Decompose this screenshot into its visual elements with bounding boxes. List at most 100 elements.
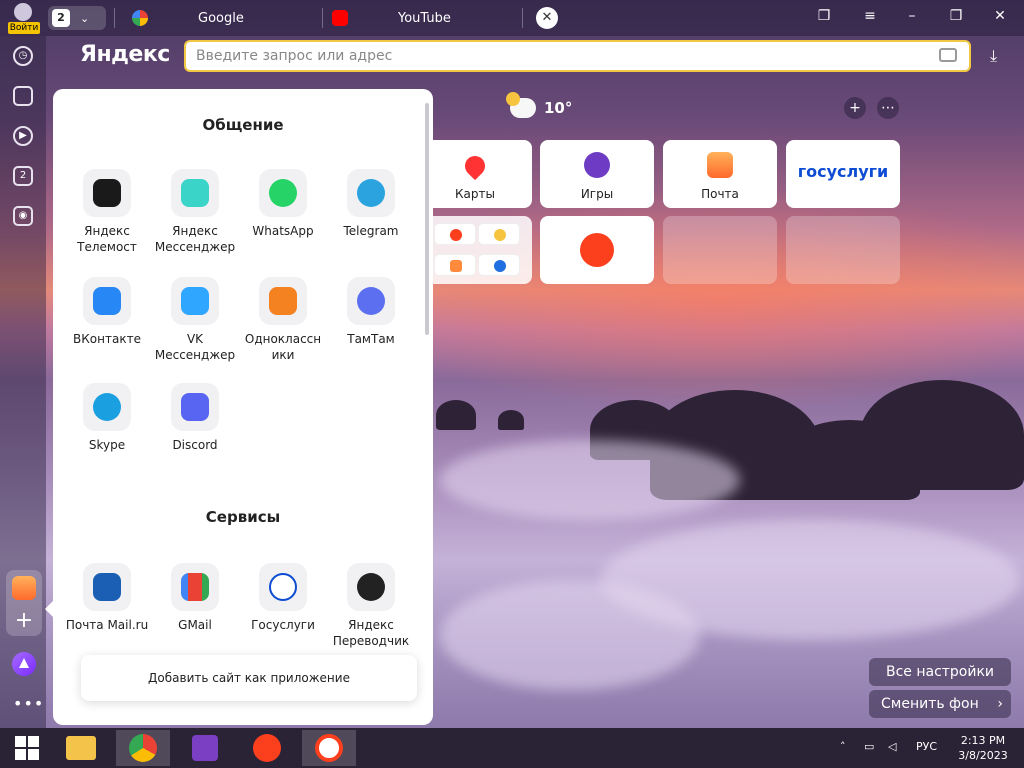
app-label: Telegram (343, 224, 399, 238)
restore-icon[interactable]: ❐ (946, 8, 966, 24)
tab-google[interactable]: Google (132, 6, 244, 30)
download-icon[interactable]: ⤓ (990, 46, 997, 66)
app-gmail[interactable]: GMail (151, 563, 239, 633)
app-skype[interactable]: Skype (63, 383, 151, 453)
tile-label: Игры (580, 187, 614, 201)
tab-count: 2 (52, 9, 70, 27)
mail-envelope-icon (450, 260, 462, 272)
yandex-icon (253, 734, 281, 762)
network-icon[interactable]: ▭ (864, 740, 874, 753)
tile-label: Почта (701, 187, 739, 201)
app-label: ВКонтакте (73, 332, 141, 346)
app-whatsapp[interactable]: WhatsApp (239, 169, 327, 239)
all-settings-button[interactable]: Все настройки (869, 658, 1011, 686)
add-site-as-app-button[interactable]: Добавить сайт как приложение (81, 655, 417, 701)
mail-envelope-icon[interactable] (12, 576, 36, 600)
change-background-button[interactable]: Сменить фон › (869, 690, 1011, 718)
add-app-icon[interactable]: + (6, 608, 42, 633)
tab-count-button[interactable]: 2 ⌄ (48, 6, 106, 30)
taskbar-visual-studio[interactable] (178, 730, 232, 766)
app-vk-messenger[interactable]: VK Мессенджер (151, 277, 239, 363)
address-bar[interactable]: Введите запрос или адрес (184, 40, 971, 72)
tab-title: YouTube (398, 10, 451, 26)
taskbar-explorer[interactable] (54, 730, 108, 766)
vk-messenger-icon (181, 287, 209, 315)
collections-icon[interactable] (13, 86, 33, 106)
yandex-logo[interactable]: Яндекс (80, 42, 170, 67)
discord-icon (181, 393, 209, 421)
app-label: Яндекс Телемост (77, 224, 137, 254)
system-clock[interactable]: 2:13 PM 3/8/2023 (948, 733, 1018, 763)
app-tile (83, 383, 131, 431)
tab-separator (114, 8, 115, 28)
screenshot-icon[interactable]: ◉ (13, 206, 33, 226)
tile-empty[interactable] (663, 216, 777, 284)
gmail-icon (181, 573, 209, 601)
weather-widget[interactable]: 10° (506, 92, 573, 118)
taskbar-chrome[interactable] (116, 730, 170, 766)
app-yandex-telemost[interactable]: Яндекс Телемост (63, 169, 151, 255)
app-tile (347, 169, 395, 217)
minimize-icon[interactable]: – (902, 8, 922, 24)
app-label: Яндекс Мессенджер (154, 224, 236, 254)
odnoklassniki-icon (269, 287, 297, 315)
tab-youtube[interactable]: YouTube (332, 6, 451, 30)
search-input[interactable]: Введите запрос или адрес (196, 48, 392, 64)
app-label: WhatsApp (252, 224, 314, 238)
tile-games[interactable]: Игры (540, 140, 654, 208)
tab-separator (522, 8, 523, 28)
app-mail-ru[interactable]: Почта Mail.ru (63, 563, 151, 633)
more-dots-icon[interactable]: ••• (13, 694, 44, 713)
tile-yandex[interactable] (540, 216, 654, 284)
apps-popup: Общение Яндекс Телемост Яндекс Мессендже… (53, 89, 433, 725)
tile-maps[interactable]: Карты (418, 140, 532, 208)
start-button[interactable] (0, 730, 54, 766)
weather-temp: 10° (544, 99, 573, 117)
bookmarks-icon[interactable]: ❐ (814, 8, 834, 24)
volume-icon[interactable]: ◁ (888, 740, 896, 753)
login-button[interactable]: Войти (6, 3, 40, 34)
yandex-icon (450, 229, 462, 241)
app-tile (347, 563, 395, 611)
tile-mail[interactable]: Почта (663, 140, 777, 208)
telegram-icon (357, 179, 385, 207)
visual-studio-icon (192, 735, 218, 761)
app-tile (171, 383, 219, 431)
tabs-icon[interactable]: 2 (13, 166, 33, 186)
chevron-down-icon: ⌄ (80, 11, 90, 25)
camera-search-icon[interactable] (939, 48, 957, 62)
language-indicator[interactable]: РУС (916, 740, 937, 753)
close-tab-icon[interactable]: ✕ (536, 7, 558, 29)
app-yandex-translate[interactable]: Яндекс Переводчик (327, 563, 415, 649)
mini-tile (478, 254, 520, 276)
more-icon[interactable]: ⋯ (877, 97, 899, 119)
app-gosuslugi[interactable]: Госуслуги (239, 563, 327, 633)
app-odnoklassniki[interactable]: Одноклассники (239, 277, 327, 363)
tile-gosuslugi[interactable]: госуслуги (786, 140, 900, 208)
partly-cloudy-icon (506, 92, 536, 118)
taskbar-yandex[interactable] (240, 730, 294, 766)
history-icon[interactable]: ◷ (13, 46, 33, 66)
login-label: Войти (8, 22, 40, 34)
play-icon[interactable]: ▶ (13, 126, 33, 146)
app-vkontakte[interactable]: ВКонтакте (63, 277, 151, 347)
taskbar-yandex-browser[interactable] (302, 730, 356, 766)
alice-assistant-icon[interactable] (12, 652, 36, 676)
close-window-icon[interactable]: ✕ (990, 8, 1010, 24)
tile-empty[interactable] (786, 216, 900, 284)
popup-scrollbar[interactable] (425, 103, 429, 335)
menu-icon[interactable]: ≡ (860, 8, 880, 24)
app-tile (83, 563, 131, 611)
skype-icon (93, 393, 121, 421)
tile-folder[interactable] (418, 216, 532, 284)
app-yandex-messenger[interactable]: Яндекс Мессенджер (151, 169, 239, 255)
gosuslugi-icon (269, 573, 297, 601)
app-label: Госуслуги (251, 618, 315, 632)
app-discord[interactable]: Discord (151, 383, 239, 453)
app-telegram[interactable]: Telegram (327, 169, 415, 239)
translate-icon (357, 573, 385, 601)
mail-envelope-icon (707, 152, 733, 178)
add-tile-icon[interactable]: + (844, 97, 866, 119)
tray-chevron-up-icon[interactable]: ˄ (840, 740, 846, 753)
app-tamtam[interactable]: ТамТам (327, 277, 415, 347)
